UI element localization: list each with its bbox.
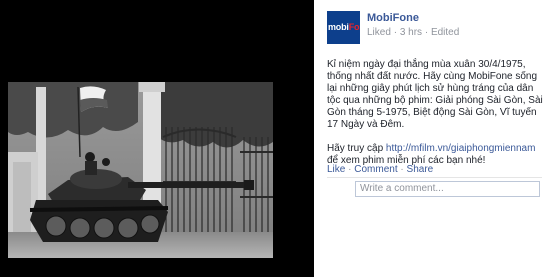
- comment-input[interactable]: Write a comment...: [355, 181, 540, 197]
- post-photo[interactable]: [8, 82, 273, 258]
- edited-indicator[interactable]: Edited: [431, 27, 459, 38]
- mfilm-link[interactable]: http://mfilm.vn/giaiphongmiennam: [386, 143, 536, 154]
- tank-gate-photo: [8, 82, 273, 258]
- mobifone-logo: mobiFone: [328, 22, 360, 32]
- actions-divider: [327, 177, 542, 178]
- comment-link[interactable]: Comment: [354, 164, 397, 175]
- photo-stage: [0, 0, 314, 277]
- like-link[interactable]: Like: [327, 164, 345, 175]
- caption-text: Kỉ niệm ngày đại thắng mùa xuân 30/4/197…: [327, 59, 543, 130]
- share-link[interactable]: Share: [407, 164, 434, 175]
- liked-status: Liked: [367, 27, 391, 38]
- page-avatar[interactable]: mobiFone: [327, 11, 360, 44]
- page-name-link[interactable]: MobiFone: [367, 12, 419, 24]
- post-meta: Liked · 3 hrs · Edited: [367, 27, 460, 38]
- post-panel: mobiFone MobiFone Liked · 3 hrs · Edited…: [314, 0, 550, 277]
- post-caption: Kỉ niệm ngày đại thắng mùa xuân 30/4/197…: [327, 59, 543, 179]
- post-actions: Like · Comment · Share: [327, 164, 434, 175]
- post-header: mobiFone MobiFone Liked · 3 hrs · Edited: [327, 11, 542, 51]
- post-timestamp[interactable]: 3 hrs: [400, 27, 422, 38]
